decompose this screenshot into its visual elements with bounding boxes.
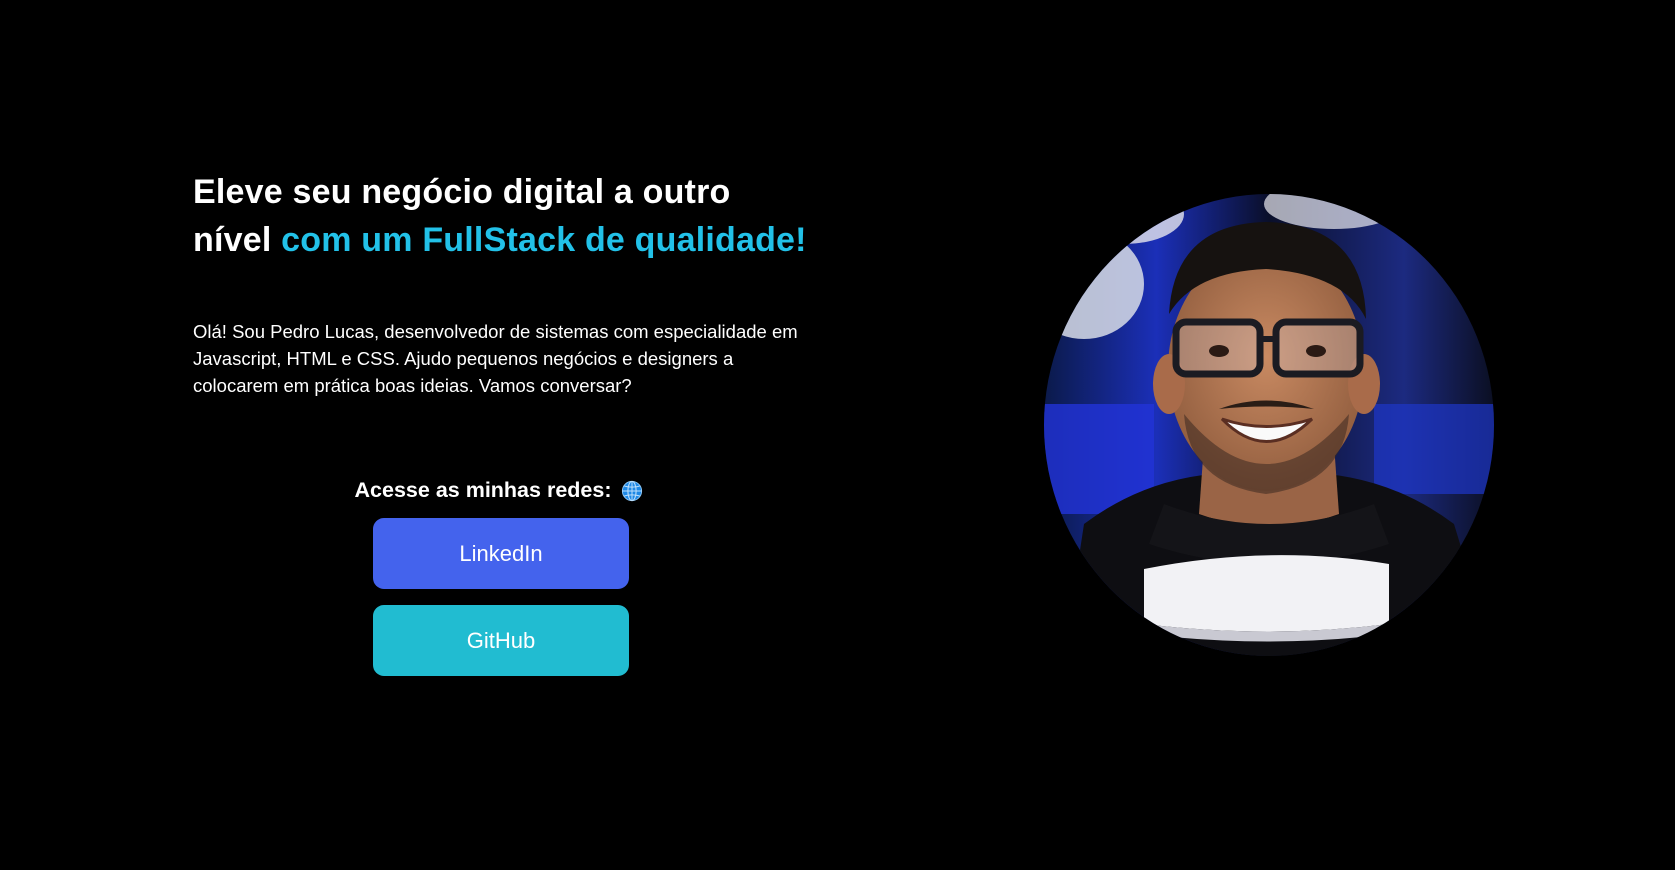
networks-heading: Acesse as minhas redes: xyxy=(355,478,644,503)
page: Eleve seu negócio digital a outro nível … xyxy=(0,0,1675,870)
headline-accent: com um FullStack de qualidade! xyxy=(281,221,807,259)
globe-icon xyxy=(621,480,643,502)
hero-intro: Eleve seu negócio digital a outro nível … xyxy=(193,168,813,399)
social-networks: Acesse as minhas redes: LinkedIn GitHub xyxy=(355,478,643,676)
profile-photo xyxy=(1044,194,1494,656)
networks-heading-label: Acesse as minhas redes: xyxy=(354,478,612,502)
profile-photo-illustration xyxy=(1044,194,1494,656)
github-button[interactable]: GitHub xyxy=(373,605,629,676)
linkedin-button[interactable]: LinkedIn xyxy=(373,518,629,589)
headline: Eleve seu negócio digital a outro nível … xyxy=(193,168,813,264)
bio-text: Olá! Sou Pedro Lucas, desenvolvedor de s… xyxy=(193,321,798,396)
